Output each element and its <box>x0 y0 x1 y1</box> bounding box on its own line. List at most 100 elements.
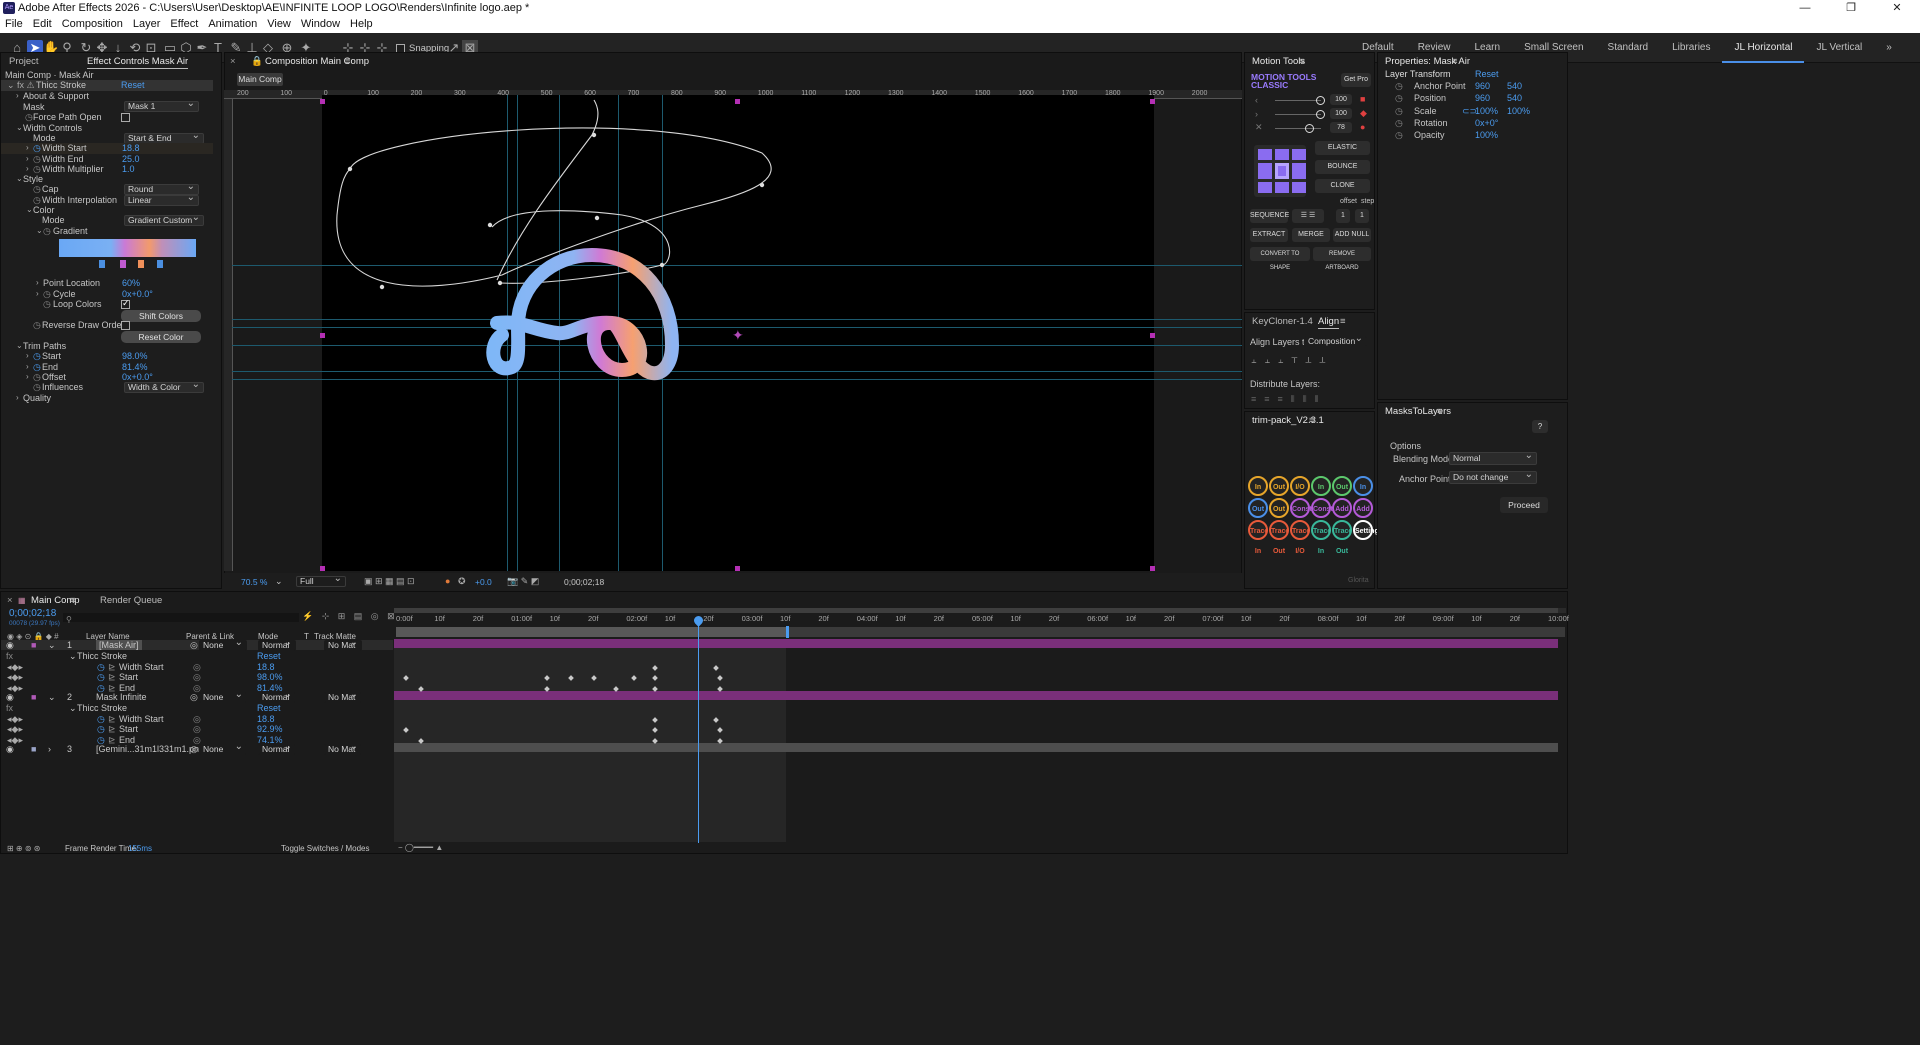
keyframe-nav-icon[interactable]: ◂◆▸ <box>7 672 23 683</box>
expand-end-icon[interactable]: › <box>26 362 29 371</box>
reset-color-button[interactable]: Reset Color <box>121 331 201 343</box>
menu-file[interactable]: File <box>0 16 28 33</box>
stopwatch-active-icon[interactable]: ◷ <box>33 143 41 154</box>
collapse-layer-icon[interactable]: ⌄ <box>48 692 56 703</box>
lock-icon[interactable]: 🔒 <box>251 55 263 69</box>
collapse-effect-icon[interactable]: ⌄ <box>69 703 77 714</box>
slider-thumb[interactable] <box>1316 96 1325 105</box>
menu-window[interactable]: Window <box>296 16 345 33</box>
expand-point-location-icon[interactable]: › <box>36 278 39 287</box>
graph-icon[interactable]: ⊵ <box>108 672 116 683</box>
trim-preset-icon[interactable]: Const <box>1290 498 1312 518</box>
trim-preset-icon[interactable]: Trace In <box>1311 520 1331 555</box>
workspace-jl-vertical[interactable]: JL Vertical <box>1804 33 1874 63</box>
comp-timecode[interactable]: 0;00;02;18 <box>564 577 604 587</box>
menu-effect[interactable]: Effect <box>165 16 203 33</box>
pickwhip-icon[interactable]: ◎ <box>193 714 201 725</box>
property-value[interactable]: 100% <box>1475 130 1498 140</box>
trim-preset-icon[interactable]: I/O <box>1290 476 1310 496</box>
trim-preset-icon[interactable]: Trace Out <box>1269 520 1289 555</box>
tab-motion-tools[interactable]: Motion Tools <box>1252 55 1305 69</box>
stopwatch-active-icon[interactable]: ◷ <box>97 724 105 735</box>
trim-preset-icon[interactable]: Const <box>1311 498 1333 518</box>
chevron-right-icon[interactable]: › <box>1255 109 1258 119</box>
about-support-label[interactable]: About & Support <box>23 91 89 101</box>
trim-end-value[interactable]: 81.4% <box>122 362 148 372</box>
composition-viewer[interactable]: ✦ <box>232 95 1242 571</box>
blending-mode-dropdown[interactable]: Normal <box>1449 450 1537 465</box>
shift-colors-button[interactable]: Shift Colors <box>121 310 201 322</box>
label-color-swatch[interactable]: ■ <box>31 744 36 754</box>
view-options-icon[interactable]: ▣ ⊞ ▦ ▤ ⊡ <box>364 576 415 587</box>
menu-edit[interactable]: Edit <box>28 16 57 33</box>
gradient-preview[interactable] <box>59 239 196 257</box>
trim-preset-icon[interactable]: Add <box>1332 498 1352 518</box>
property-value[interactable]: 100% <box>1507 106 1530 116</box>
gradient-stop[interactable] <box>120 260 126 268</box>
extract-button[interactable]: EXTRACT <box>1250 228 1288 242</box>
timeline-timecode[interactable]: 0;00;02;18 <box>9 608 56 619</box>
keyframe-nav-icon[interactable]: ◂◆▸ <box>7 662 23 673</box>
toggle-switches-modes[interactable]: Toggle Switches / Modes <box>281 844 370 853</box>
zoom-value[interactable]: 70.5 % <box>241 577 267 587</box>
exposure-value[interactable]: +0.0 <box>475 577 492 587</box>
expand-width-mult-icon[interactable]: › <box>26 164 29 173</box>
clone-button[interactable]: CLONE <box>1315 179 1370 193</box>
graph-icon[interactable]: ⊵ <box>108 662 116 673</box>
property-value[interactable]: 92.9% <box>257 724 283 734</box>
trim-preset-icon[interactable]: Trace Out <box>1332 520 1352 555</box>
tab-composition[interactable]: Composition Main Comp <box>265 55 369 69</box>
effect-reset-link[interactable]: Reset <box>257 651 281 661</box>
stopwatch-icon[interactable]: ◷ <box>1395 93 1403 104</box>
add-null-button[interactable]: ADD NULL <box>1333 228 1371 242</box>
collapse-layer-icon[interactable]: ⌄ <box>48 640 56 651</box>
menu-help[interactable]: Help <box>345 16 378 33</box>
expand-layer-icon[interactable]: › <box>48 744 51 754</box>
slider-thumb[interactable] <box>1316 110 1325 119</box>
expand-cycle-icon[interactable]: › <box>36 289 39 298</box>
collapse-gradient-icon[interactable]: ⌄ <box>36 226 43 235</box>
force-path-open-checkbox[interactable] <box>121 113 130 122</box>
width-interpolation-dropdown[interactable]: Linear <box>124 193 199 206</box>
visibility-icon[interactable]: ◉ <box>6 692 14 703</box>
comp-sub-tab[interactable]: Main Comp <box>237 73 283 86</box>
reset-icon[interactable]: ◆ <box>1360 108 1367 119</box>
merge-button[interactable]: MERGE <box>1292 228 1330 242</box>
visibility-icon[interactable]: ◉ <box>6 744 14 755</box>
time-ruler[interactable]: 0:00f 10f 20f 01:00f 10f 20f 02:00f 10f 20f 03:00… <box>394 614 1569 625</box>
stopwatch-active-icon[interactable]: ◷ <box>97 714 105 725</box>
property-value[interactable]: 18.8 <box>257 662 275 672</box>
property-value[interactable]: 98.0% <box>257 672 283 682</box>
tab-render-queue[interactable]: Render Queue <box>100 594 162 608</box>
snapshot-icon[interactable]: 📷 ✎ ◩ <box>507 576 539 587</box>
menu-view[interactable]: View <box>262 16 296 33</box>
color-management-icon[interactable]: ● <box>445 576 450 586</box>
graph-icon[interactable]: ⊵ <box>108 714 116 725</box>
get-pro-button[interactable]: Get Pro <box>1341 73 1371 87</box>
point-location-value[interactable]: 60% <box>122 278 140 288</box>
expand-quality-icon[interactable]: › <box>16 393 19 402</box>
gradient-stop[interactable] <box>138 260 144 268</box>
keyframe-nav-icon[interactable]: ◂◆▸ <box>7 714 23 725</box>
quality-label[interactable]: Quality <box>23 393 51 403</box>
panel-close-icon[interactable]: × <box>230 55 236 69</box>
trim-preset-icon[interactable]: In <box>1248 476 1268 496</box>
property-value[interactable]: 74.1% <box>257 735 283 745</box>
workspace-standard[interactable]: Standard <box>1596 33 1661 63</box>
pickwhip-icon[interactable]: ◎ <box>193 662 201 673</box>
resolution-dropdown[interactable]: Full <box>296 574 346 587</box>
property-value[interactable]: 540 <box>1507 93 1522 103</box>
anchor-grid[interactable] <box>1254 145 1306 197</box>
close-icon[interactable]: ✕ <box>1874 0 1920 16</box>
layer-bar-gemini[interactable] <box>394 743 1558 752</box>
reset-icon[interactable]: ● <box>1360 122 1365 132</box>
width-start-value[interactable]: 18.8 <box>122 143 140 153</box>
parent-dropdown[interactable]: None <box>199 690 247 703</box>
label-color-swatch[interactable]: ■ <box>31 640 36 650</box>
slider-value[interactable]: 100 <box>1330 94 1352 105</box>
layer-name[interactable]: [Mask Air] <box>96 640 142 650</box>
expand-width-end-icon[interactable]: › <box>26 154 29 163</box>
width-end-value[interactable]: 25.0 <box>122 154 140 164</box>
property-value[interactable]: 81.4% <box>257 683 283 693</box>
help-button[interactable]: ? <box>1532 420 1548 433</box>
